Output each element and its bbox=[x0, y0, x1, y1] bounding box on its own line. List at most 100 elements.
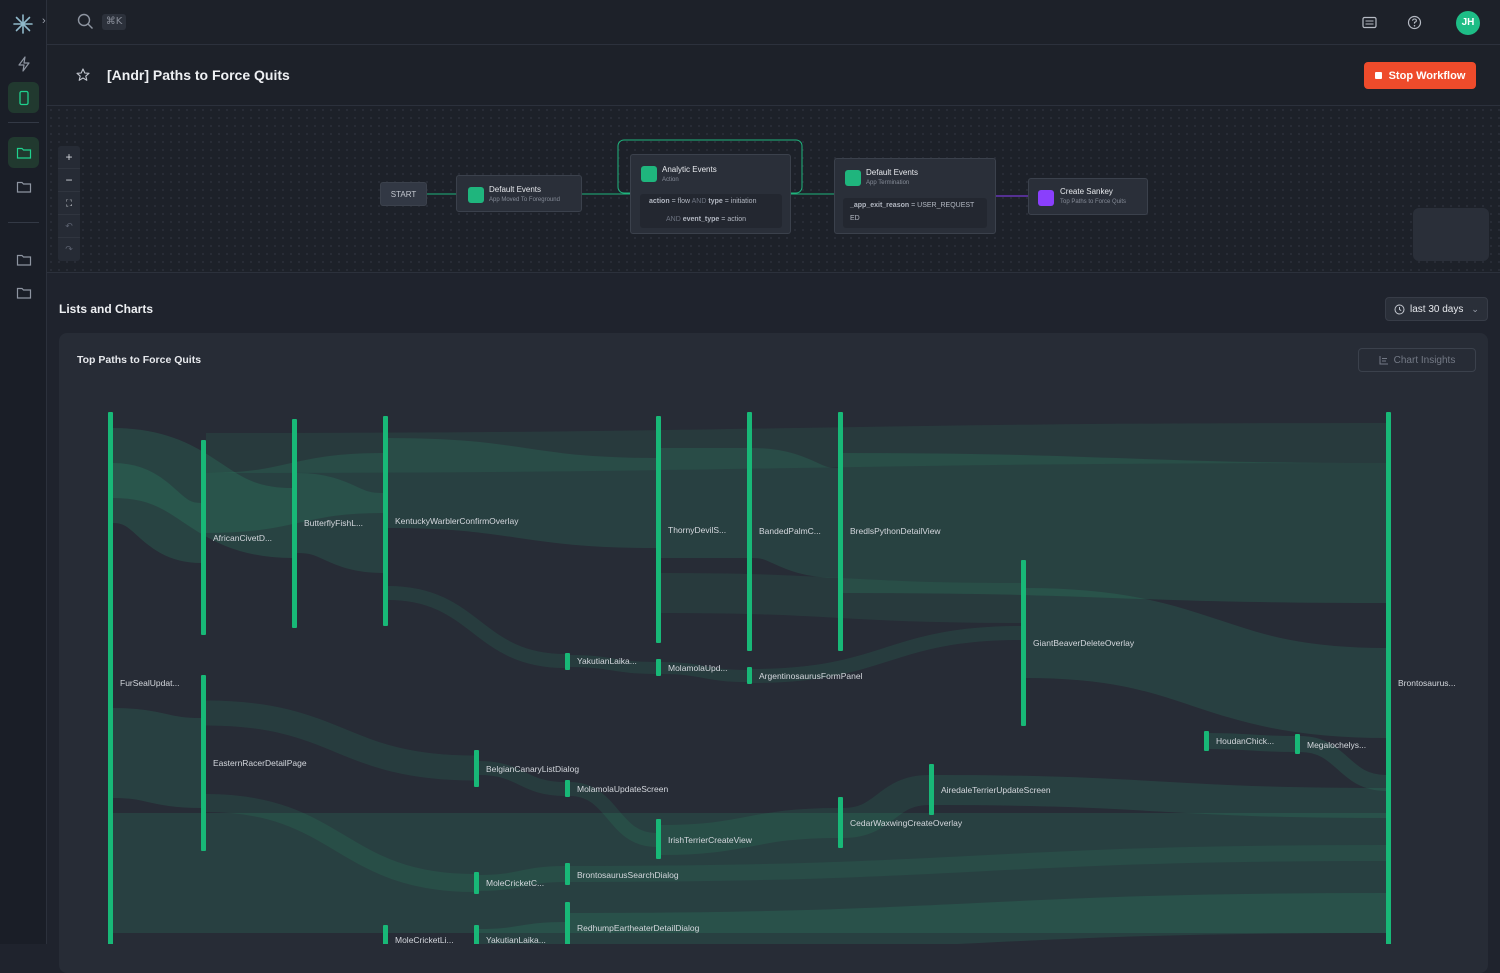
sankey-node-label: HoudanChick... bbox=[1216, 736, 1274, 746]
mobile-icon bbox=[18, 90, 29, 105]
sankey-node[interactable] bbox=[474, 872, 479, 894]
condition-key: type bbox=[708, 198, 723, 205]
condition-key: event_type bbox=[682, 216, 720, 223]
avatar[interactable]: JH bbox=[1456, 11, 1480, 35]
node-subtitle: App Termination bbox=[866, 180, 910, 186]
sankey-chart: FurSealUpdat... AfricanCivetD... EasternRa… bbox=[108, 412, 1456, 944]
workflow-canvas[interactable]: + − ⛶ ↶ ↷ START Default Events App Moved… bbox=[47, 106, 1500, 273]
sankey-link bbox=[749, 448, 841, 578]
sankey-node[interactable] bbox=[1386, 412, 1391, 944]
sidebar-item-automations[interactable] bbox=[8, 48, 39, 79]
sankey-node[interactable] bbox=[565, 902, 570, 944]
sankey-node[interactable] bbox=[1204, 731, 1209, 751]
sankey-node[interactable] bbox=[1021, 560, 1026, 726]
sidebar-divider bbox=[8, 222, 39, 223]
condition-value: flow bbox=[677, 198, 691, 205]
sankey-node[interactable] bbox=[383, 925, 388, 944]
sidebar-item-folder-2[interactable] bbox=[8, 171, 39, 202]
keyboard-icon[interactable] bbox=[1362, 16, 1377, 34]
node-subtitle: App Moved To Foreground bbox=[489, 197, 560, 203]
workflow-node-analytic-events[interactable]: Analytic Events Action action = flow AND… bbox=[630, 154, 791, 234]
bolt-icon bbox=[17, 55, 30, 72]
stop-icon bbox=[1374, 72, 1382, 79]
sankey-node[interactable] bbox=[474, 925, 479, 944]
analytics-icon bbox=[641, 166, 657, 182]
sankey-node-label: CedarWaxwingCreateOverlay bbox=[850, 818, 963, 828]
expand-sidebar-icon[interactable]: › bbox=[42, 15, 46, 27]
sankey-node[interactable] bbox=[656, 659, 661, 676]
sankey-node[interactable] bbox=[474, 750, 479, 787]
date-range-select[interactable]: last 30 days ⌄ bbox=[1385, 297, 1488, 321]
sankey-node-label: BelgianCanaryListDialog bbox=[486, 764, 579, 774]
sankey-link bbox=[112, 708, 202, 808]
sankey-node-label: YakutianLaika... bbox=[486, 935, 546, 944]
node-subtitle: Top Paths to Force Quits bbox=[1060, 199, 1127, 205]
sankey-node[interactable] bbox=[565, 863, 570, 885]
workflow-node-default-events-termination[interactable]: Default Events App Termination _app_exit… bbox=[834, 158, 996, 234]
sankey-node-label: MolamolaUpdateScreen bbox=[577, 784, 668, 794]
sankey-node[interactable] bbox=[565, 653, 570, 670]
sankey-node[interactable] bbox=[292, 419, 297, 628]
section-title: Lists and Charts bbox=[59, 302, 154, 316]
sankey-node-label: BandedPalmC... bbox=[759, 526, 821, 536]
filter-condition: action = flow AND type = initiation AND … bbox=[640, 194, 782, 228]
sankey-node-label: BredlsPythonDetailView bbox=[850, 526, 941, 536]
event-icon bbox=[845, 170, 861, 186]
sankey-node-label: AfricanCivetD... bbox=[213, 533, 272, 543]
sankey-icon bbox=[1038, 190, 1054, 206]
search-icon[interactable] bbox=[77, 13, 94, 35]
sankey-node[interactable] bbox=[838, 797, 843, 848]
sankey-node[interactable] bbox=[383, 416, 388, 626]
stop-workflow-button[interactable]: Stop Workflow bbox=[1364, 62, 1476, 89]
sankey-node[interactable] bbox=[656, 416, 661, 643]
sankey-node[interactable] bbox=[929, 764, 934, 815]
star-icon[interactable] bbox=[76, 68, 90, 87]
condition-operator: = bbox=[721, 216, 726, 223]
folder-icon bbox=[16, 181, 31, 193]
sankey-node[interactable] bbox=[201, 440, 206, 635]
node-title: Create Sankey bbox=[1060, 187, 1113, 196]
node-title: Analytic Events bbox=[662, 165, 717, 174]
sidebar-divider bbox=[8, 122, 39, 123]
sankey-node[interactable] bbox=[838, 412, 843, 651]
condition-value: initiation bbox=[730, 198, 757, 205]
sankey-node[interactable] bbox=[565, 780, 570, 797]
sankey-node[interactable] bbox=[747, 667, 752, 684]
sankey-node-label: GiantBeaverDeleteOverlay bbox=[1033, 638, 1135, 648]
sankey-node[interactable] bbox=[656, 819, 661, 859]
help-icon[interactable] bbox=[1407, 15, 1422, 35]
condition-conjunction: AND bbox=[666, 216, 681, 223]
workflow-node-create-sankey[interactable]: Create Sankey Top Paths to Force Quits bbox=[1028, 178, 1148, 215]
sidebar-item-folder-3[interactable] bbox=[8, 244, 39, 275]
chevron-down-icon: ⌄ bbox=[1471, 303, 1479, 314]
date-range-label: last 30 days bbox=[1410, 303, 1464, 315]
sankey-node-label: YakutianLaika... bbox=[577, 656, 637, 666]
start-node[interactable]: START bbox=[380, 182, 427, 206]
filter-condition: _app_exit_reason = USER_REQUEST ED bbox=[843, 198, 987, 228]
workflow-node-default-events-foreground[interactable]: Default Events App Moved To Foreground bbox=[456, 175, 582, 212]
condition-key: _app_exit_reason bbox=[850, 202, 910, 209]
sankey-node-label: ButterflyFishL... bbox=[304, 518, 363, 528]
sidebar-item-folder-1[interactable] bbox=[8, 137, 39, 168]
condition-value: action bbox=[727, 216, 746, 223]
sankey-node[interactable] bbox=[201, 675, 206, 851]
node-title: Default Events bbox=[866, 168, 919, 177]
canvas-minimap[interactable] bbox=[1413, 208, 1489, 261]
sankey-node[interactable] bbox=[108, 412, 113, 944]
sankey-node-label: IrishTerrierCreateView bbox=[668, 835, 753, 845]
condition-key: action bbox=[649, 198, 670, 205]
sankey-node-label: KentuckyWarblerConfirmOverlay bbox=[395, 516, 519, 526]
sankey-node[interactable] bbox=[747, 412, 752, 651]
condition-value-wrap: ED bbox=[850, 215, 860, 222]
sankey-node[interactable] bbox=[1295, 734, 1300, 754]
sankey-node-label: MoleCricketC... bbox=[486, 878, 544, 888]
page-header: [Andr] Paths to Force Quits Stop Workflo… bbox=[47, 45, 1500, 106]
sidebar-item-mobile[interactable] bbox=[8, 82, 39, 113]
sankey-node-label: Megalochelys... bbox=[1307, 740, 1366, 750]
logo-icon[interactable] bbox=[12, 13, 34, 35]
sankey-node-label: EasternRacerDetailPage bbox=[213, 758, 307, 768]
chart-card: Top Paths to Force Quits Chart Insights … bbox=[59, 333, 1488, 973]
node-title: Default Events bbox=[489, 185, 542, 194]
sidebar-item-folder-4[interactable] bbox=[8, 277, 39, 308]
folder-icon bbox=[16, 254, 31, 266]
